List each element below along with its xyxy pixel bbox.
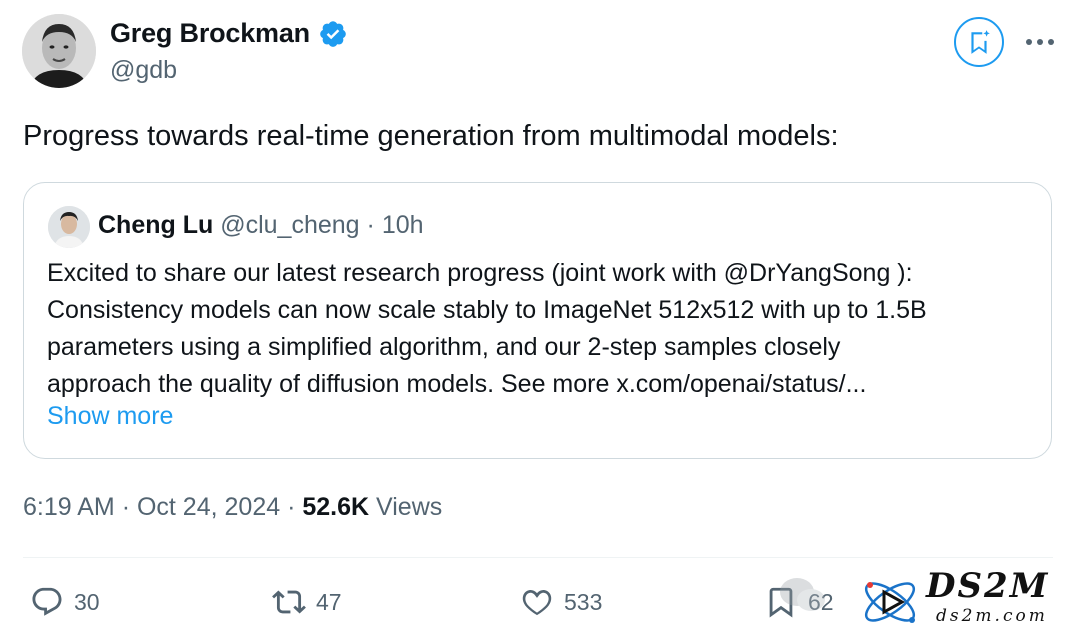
quoted-text-line: Consistency models can now scale stably …: [47, 296, 927, 324]
like-button[interactable]: 533: [520, 585, 602, 619]
chat-watermark-icon: [780, 578, 825, 611]
quoted-separator: ·: [366, 211, 375, 239]
watermark-brand: DS2M: [926, 566, 1050, 606]
meta-separator: ·: [287, 493, 296, 521]
reply-count: 30: [74, 588, 100, 615]
views-count: 52.6K: [302, 493, 370, 521]
author-handle[interactable]: @gdb: [110, 56, 177, 85]
meta-separator: ·: [121, 493, 131, 521]
divider: [23, 557, 1053, 558]
quoted-author-avatar[interactable]: [48, 206, 90, 248]
tweet-text: Progress towards real-time generation fr…: [23, 120, 839, 152]
grok-button[interactable]: [954, 17, 1004, 67]
reply-icon: [32, 587, 62, 616]
quoted-tweet-body: Excited to share our latest research pro…: [47, 255, 1037, 403]
repost-icon: [272, 590, 306, 614]
author-avatar[interactable]: [22, 14, 96, 88]
quoted-text-line: approach the quality of diffusion models…: [47, 370, 867, 398]
quoted-timestamp[interactable]: 10h: [382, 211, 424, 239]
quoted-author-handle[interactable]: @clu_cheng: [220, 211, 359, 239]
quoted-text-line: Excited to share our latest research pro…: [47, 259, 913, 287]
watermark-site: ds2m.com: [936, 606, 1048, 626]
heart-icon: [522, 589, 552, 616]
like-count: 533: [564, 588, 603, 615]
bookmark-sparkle-icon: [971, 30, 990, 54]
author-name[interactable]: Greg Brockman: [110, 18, 310, 49]
tweet-metadata: 6:19 AM · Oct 24, 2024 · 52.6K Views: [23, 493, 442, 522]
reply-button[interactable]: 30: [30, 585, 100, 619]
quoted-avatar-image: [48, 206, 90, 248]
more-options-button[interactable]: [1020, 22, 1060, 62]
author-name-row: Greg Brockman: [110, 18, 348, 49]
quoted-author-name[interactable]: Cheng Lu: [98, 211, 213, 239]
views-label: Views: [376, 493, 443, 521]
repost-count: 47: [316, 588, 342, 615]
tweet-date[interactable]: Oct 24, 2024: [137, 493, 280, 521]
quoted-tweet-header: Cheng Lu @clu_cheng · 10h: [98, 211, 424, 240]
quoted-tweet-card[interactable]: Cheng Lu @clu_cheng · 10h Excited to sha…: [23, 182, 1052, 459]
repost-button[interactable]: 47: [272, 585, 342, 619]
show-more-link[interactable]: Show more: [47, 402, 173, 431]
author-avatar-image: [22, 14, 96, 88]
ds2m-logo-icon: [864, 582, 916, 623]
quoted-text-line: parameters using a simplified algorithm,…: [47, 333, 841, 361]
verified-badge-icon: [320, 20, 346, 47]
more-dots-icon: [1026, 39, 1054, 45]
tweet-time[interactable]: 6:19 AM: [23, 493, 115, 521]
